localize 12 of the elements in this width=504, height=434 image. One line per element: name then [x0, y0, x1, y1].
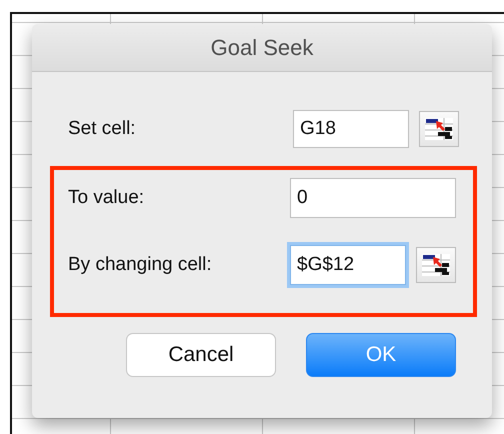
- range-select-icon: [424, 117, 454, 141]
- input-field[interactable]: $G$12: [290, 245, 406, 285]
- cell-picker-button[interactable]: [416, 247, 456, 283]
- input-field[interactable]: G18: [293, 110, 409, 148]
- input-field[interactable]: 0: [290, 178, 456, 218]
- window-title: Goal Seek: [210, 34, 314, 62]
- field-label: By changing cell:: [68, 252, 213, 277]
- field-label: Set cell:: [68, 116, 137, 141]
- field-label: To value:: [68, 186, 146, 210]
- cell-picker-button[interactable]: [419, 111, 459, 147]
- cancel-button[interactable]: Cancel: [126, 333, 276, 377]
- range-select-icon: [421, 253, 451, 277]
